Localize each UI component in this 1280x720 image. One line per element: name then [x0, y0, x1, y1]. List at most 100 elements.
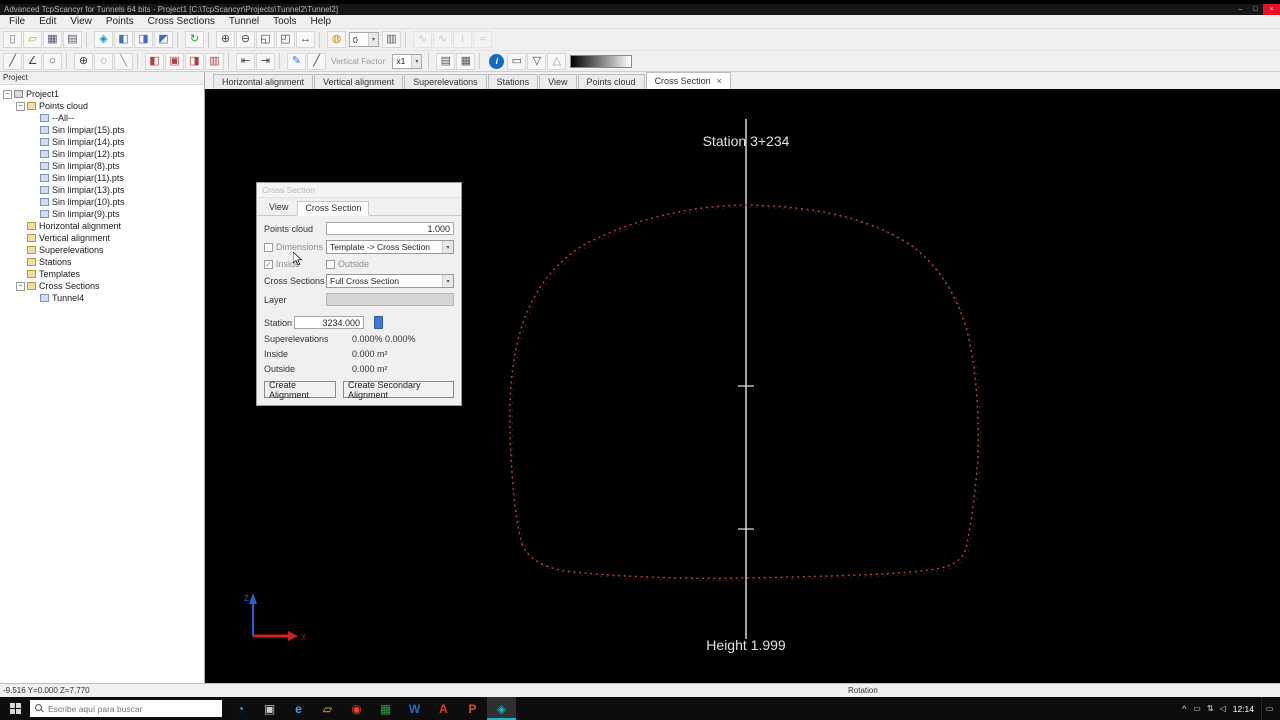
- tree-item-sin-limpiar-15-pts[interactable]: Sin limpiar(15).pts: [0, 124, 204, 136]
- create-secondary-alignment-button[interactable]: Create Secondary Alignment: [343, 380, 454, 400]
- tab-stations[interactable]: Stations: [487, 74, 539, 89]
- tree-item-sin-limpiar-8-pts[interactable]: Sin limpiar(8).pts: [0, 160, 204, 172]
- station-slider[interactable]: [374, 316, 383, 329]
- tree-item-horizontal-alignment[interactable]: Horizontal alignment: [0, 220, 204, 232]
- save-icon[interactable]: ▦: [43, 31, 62, 48]
- grid-large-icon[interactable]: ▦: [456, 52, 476, 70]
- view-3d-cube-icon[interactable]: ◈: [94, 31, 113, 48]
- filter-icon[interactable]: ▽: [527, 52, 547, 70]
- menu-item-edit[interactable]: Edit: [32, 16, 63, 27]
- draw-polyline-icon[interactable]: ∠: [23, 52, 42, 70]
- zoom-window-icon[interactable]: ◱: [256, 31, 275, 48]
- light-level-combo[interactable]: 0 ▾: [349, 32, 379, 47]
- tree-item-superelevations[interactable]: Superelevations: [0, 244, 204, 256]
- tab-vertical-alignment[interactable]: Vertical alignment: [314, 74, 404, 89]
- vertical-factor-combo[interactable]: x1 ▾: [392, 53, 423, 69]
- word-icon[interactable]: W: [400, 697, 429, 720]
- tree-item-all[interactable]: --All--: [0, 112, 204, 124]
- tray-window-icon[interactable]: ▭: [1193, 704, 1201, 713]
- measure-icon[interactable]: ╱: [307, 52, 326, 70]
- tree-item-sin-limpiar-9-pts[interactable]: Sin limpiar(9).pts: [0, 208, 204, 220]
- notification-center-icon[interactable]: ▭: [1261, 697, 1277, 720]
- file-explorer-icon[interactable]: ▱: [313, 697, 342, 720]
- dimensions-checkbox[interactable]: [264, 242, 273, 252]
- spline-3-icon[interactable]: ≀: [453, 31, 472, 48]
- powerpoint-icon[interactable]: P: [458, 697, 487, 720]
- orbit-icon[interactable]: ↻: [185, 31, 204, 48]
- menu-item-view[interactable]: View: [63, 16, 99, 27]
- search-input[interactable]: [30, 700, 222, 717]
- export-icon[interactable]: ▤: [63, 31, 82, 48]
- section-prev-icon[interactable]: ◧: [145, 52, 164, 70]
- menu-item-tunnel[interactable]: Tunnel: [222, 16, 266, 27]
- edge-icon[interactable]: e: [284, 697, 313, 720]
- tray-chevron-icon[interactable]: ^: [1182, 704, 1186, 714]
- section-all-icon[interactable]: ▥: [205, 52, 224, 70]
- tree-item-sin-limpiar-13-pts[interactable]: Sin limpiar(13).pts: [0, 184, 204, 196]
- tree-item-sin-limpiar-10-pts[interactable]: Sin limpiar(10).pts: [0, 196, 204, 208]
- tree-item-project1[interactable]: − Project1: [0, 88, 204, 100]
- spline-2-icon[interactable]: ∿: [433, 31, 452, 48]
- cortana-icon[interactable]: ◔: [226, 697, 255, 720]
- offset-icon[interactable]: ╲: [114, 52, 133, 70]
- excel-icon[interactable]: ▦: [371, 697, 400, 720]
- tree-expander-icon[interactable]: −: [16, 101, 25, 111]
- light-icon[interactable]: ◍: [327, 31, 346, 48]
- pan-icon[interactable]: ↔: [296, 31, 315, 48]
- edit-pencil-icon[interactable]: ✎: [287, 52, 306, 70]
- points-cloud-input[interactable]: 1.000: [326, 222, 454, 235]
- tab-points-cloud[interactable]: Points cloud: [577, 74, 645, 89]
- spline-4-icon[interactable]: ≈: [473, 31, 492, 48]
- tree-item-points-cloud[interactable]: − Points cloud: [0, 100, 204, 112]
- taskbar-clock[interactable]: 12:14: [1233, 704, 1254, 714]
- network-icon[interactable]: ⇅: [1207, 704, 1214, 713]
- dialog-tab-cross-section[interactable]: Cross Section: [297, 201, 370, 216]
- new-file-icon[interactable]: ▯: [3, 31, 22, 48]
- snap-node-icon[interactable]: ◌: [94, 52, 113, 70]
- open-file-icon[interactable]: ▱: [23, 31, 42, 48]
- acrobat-icon[interactable]: A: [429, 697, 458, 720]
- tab-cross-section[interactable]: Cross Section ×: [645, 72, 731, 89]
- tree-item-sin-limpiar-14-pts[interactable]: Sin limpiar(14).pts: [0, 136, 204, 148]
- tree-item-sin-limpiar-11-pts[interactable]: Sin limpiar(11).pts: [0, 172, 204, 184]
- inside-checkbox[interactable]: ✓: [264, 259, 273, 269]
- draw-line-icon[interactable]: ╱: [3, 52, 22, 70]
- menu-item-tools[interactable]: Tools: [266, 16, 303, 27]
- cross-section-canvas[interactable]: Station 3+234 Height 1.999 Z X Cross Sec…: [205, 89, 1280, 683]
- tab-view[interactable]: View: [539, 74, 577, 89]
- tab-superelevations[interactable]: Superelevations: [404, 74, 487, 89]
- tree-item-cross-sections[interactable]: − Cross Sections: [0, 280, 204, 292]
- menu-item-points[interactable]: Points: [99, 16, 141, 27]
- prism-icon[interactable]: △: [547, 52, 567, 70]
- cross-sections-select[interactable]: Full Cross Section ▾: [326, 274, 454, 288]
- zoom-out-icon[interactable]: ⊖: [236, 31, 255, 48]
- tree-item-stations[interactable]: Stations: [0, 256, 204, 268]
- maximize-button[interactable]: □: [1248, 4, 1263, 15]
- volume-icon[interactable]: ◁: [1220, 704, 1226, 713]
- close-button[interactable]: ×: [1263, 4, 1280, 15]
- tree-item-vertical-alignment[interactable]: Vertical alignment: [0, 232, 204, 244]
- task-view-icon[interactable]: ▣: [255, 697, 284, 720]
- section-pick-icon[interactable]: ▣: [165, 52, 184, 70]
- tab-close-icon[interactable]: ×: [717, 76, 722, 86]
- tree-item-sin-limpiar-12-pts[interactable]: Sin limpiar(12).pts: [0, 148, 204, 160]
- station-info-icon[interactable]: i: [489, 53, 505, 69]
- dialog-tab-view[interactable]: View: [262, 201, 295, 215]
- capture-icon[interactable]: ▥: [382, 31, 401, 48]
- tree-item-templates[interactable]: Templates: [0, 268, 204, 280]
- menu-item-help[interactable]: Help: [303, 16, 338, 27]
- tree-expander-icon[interactable]: −: [16, 281, 25, 291]
- zoom-in-icon[interactable]: ⊕: [216, 31, 235, 48]
- dimensions-select[interactable]: Template -> Cross Section ▾: [326, 240, 454, 254]
- draw-circle-icon[interactable]: ○: [43, 52, 62, 70]
- create-alignment-button[interactable]: Create Alignment: [264, 380, 336, 400]
- tcpscancyr-app-icon[interactable]: ◈: [487, 697, 516, 720]
- menu-item-file[interactable]: File: [2, 16, 32, 27]
- tab-horizontal-alignment[interactable]: Horizontal alignment: [213, 74, 314, 89]
- grid-small-icon[interactable]: ▤: [436, 52, 456, 70]
- step-back-icon[interactable]: ⇤: [236, 52, 255, 70]
- view-front-icon[interactable]: ◧: [114, 31, 133, 48]
- snap-center-icon[interactable]: ⊕: [74, 52, 93, 70]
- minimize-button[interactable]: –: [1233, 4, 1248, 15]
- step-forward-icon[interactable]: ⇥: [256, 52, 275, 70]
